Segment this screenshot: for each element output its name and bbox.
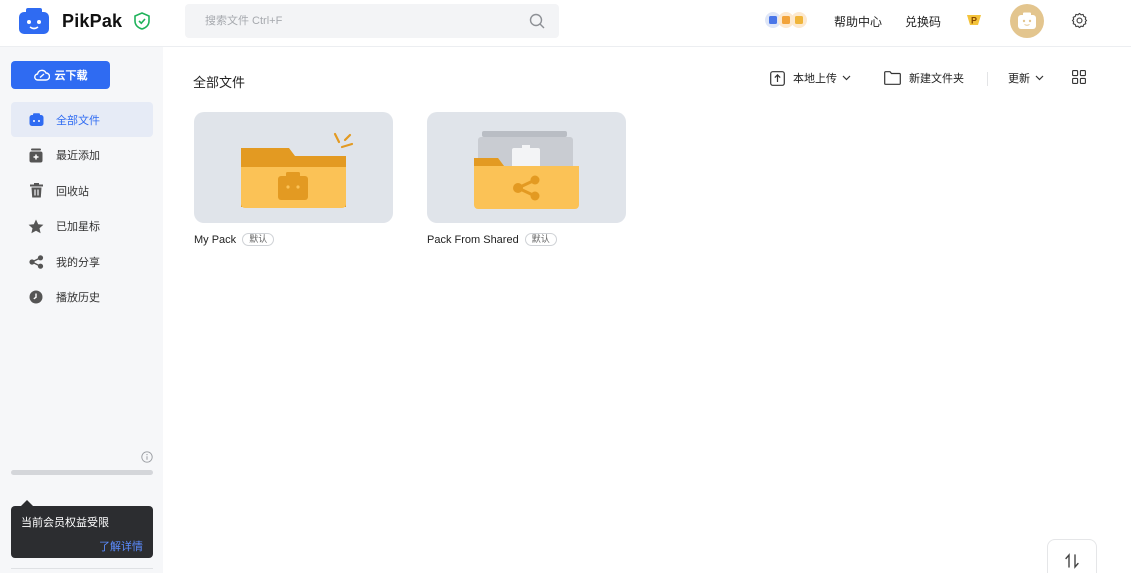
search-input[interactable] (205, 15, 505, 27)
quota-info-icon[interactable] (141, 451, 153, 463)
share-icon (28, 254, 44, 270)
toolbar-divider (987, 72, 988, 86)
shared-folder-icon (474, 131, 579, 209)
sidebar-nav: 全部文件 最近添加 回收站 已加星标 我的分享 播放历史 (11, 102, 153, 315)
sidebar-item-label: 回收站 (56, 185, 89, 198)
recent-add-icon (28, 147, 44, 163)
folder-meta: My Pack 默认 (194, 233, 393, 246)
sort-arrows-icon (1065, 553, 1079, 569)
avatar[interactable] (1010, 4, 1044, 38)
new-folder-label: 新建文件夹 (909, 73, 964, 85)
membership-tooltip-title: 当前会员权益受限 (21, 517, 109, 529)
search-icon[interactable] (529, 13, 545, 29)
learn-more-link[interactable]: 了解详情 (99, 538, 143, 554)
sidebar-item-label: 我的分享 (56, 256, 100, 269)
avatar-icon (1018, 12, 1036, 29)
trash-icon (28, 183, 44, 199)
app-logo-icon (19, 8, 49, 34)
sidebar-item-starred[interactable]: 已加星标 (11, 209, 153, 244)
apps-bundle-icon[interactable] (764, 11, 808, 29)
cloud-link-icon (33, 69, 50, 81)
page-title: 全部文件 (193, 75, 246, 90)
default-badge: 默认 (242, 233, 275, 246)
sort-dropdown[interactable]: 更新 (1008, 70, 1052, 86)
redeem-code-link[interactable]: 兑换码 (905, 13, 941, 30)
sidebar-item-label: 全部文件 (56, 114, 100, 127)
default-badge: 默认 (524, 233, 557, 246)
upload-icon (770, 70, 785, 86)
search-bar[interactable] (185, 4, 559, 38)
grid-view-icon (1072, 70, 1086, 84)
premium-p-icon[interactable]: P (965, 13, 983, 27)
chevron-down-icon (842, 75, 851, 81)
settings-gear-icon[interactable] (1071, 12, 1088, 29)
folder-name[interactable]: My Pack (194, 234, 236, 246)
help-center-link[interactable]: 帮助中心 (834, 13, 882, 30)
pack-folder-icon (241, 132, 354, 208)
logo[interactable]: PikPak (18, 6, 151, 36)
folder-meta: Pack From Shared 默认 (427, 233, 626, 246)
sidebar-divider (11, 568, 153, 569)
folder-card-my-pack[interactable]: My Pack 默认 (194, 112, 393, 246)
local-upload-button[interactable]: 本地上传 (770, 70, 859, 86)
premium-p-text: P (971, 16, 977, 26)
sort-order-button[interactable] (1047, 539, 1097, 573)
storage-quota-bar (11, 470, 153, 475)
folder-thumbnail[interactable] (194, 112, 393, 223)
sidebar-item-label: 最近添加 (56, 150, 100, 162)
folder-card-pack-from-shared[interactable]: Pack From Shared 默认 (427, 112, 626, 246)
sidebar-item-all-files[interactable]: 全部文件 (11, 102, 153, 137)
app-name: PikPak (62, 10, 123, 31)
sidebar-item-label: 已加星标 (56, 221, 100, 233)
local-upload-label: 本地上传 (793, 73, 837, 85)
new-folder-icon (884, 71, 901, 85)
sidebar-item-my-shares[interactable]: 我的分享 (11, 244, 153, 279)
verified-shield-icon (134, 12, 151, 30)
sort-label: 更新 (1008, 73, 1030, 85)
sidebar-item-play-history[interactable]: 播放历史 (11, 280, 153, 315)
folder-icon (28, 112, 44, 128)
sidebar-item-trash[interactable]: 回收站 (11, 173, 153, 208)
folder-thumbnail[interactable] (427, 112, 626, 223)
new-folder-button[interactable]: 新建文件夹 (884, 70, 964, 86)
sidebar-item-label: 播放历史 (56, 292, 100, 304)
grid-view-button[interactable] (1072, 70, 1094, 84)
chevron-down-icon (1035, 75, 1044, 81)
folder-name[interactable]: Pack From Shared (427, 234, 519, 246)
cloud-download-button[interactable]: 云下载 (11, 61, 110, 89)
star-icon (28, 218, 44, 234)
top-bar: PikPak 帮助中心 兑换码 P (0, 0, 1131, 47)
clock-icon (28, 289, 44, 305)
sidebar: 云下载 全部文件 最近添加 回收站 已加星标 我的分享 播放历史 当前会员权益受… (0, 47, 163, 573)
membership-tooltip: 当前会员权益受限 了解详情 (11, 500, 153, 558)
sidebar-item-recent[interactable]: 最近添加 (11, 138, 153, 173)
main-content: 全部文件 本地上传 新建文件夹 更新 My Pack 默认 Pack From … (163, 47, 1131, 573)
cloud-download-label: 云下载 (54, 70, 88, 82)
